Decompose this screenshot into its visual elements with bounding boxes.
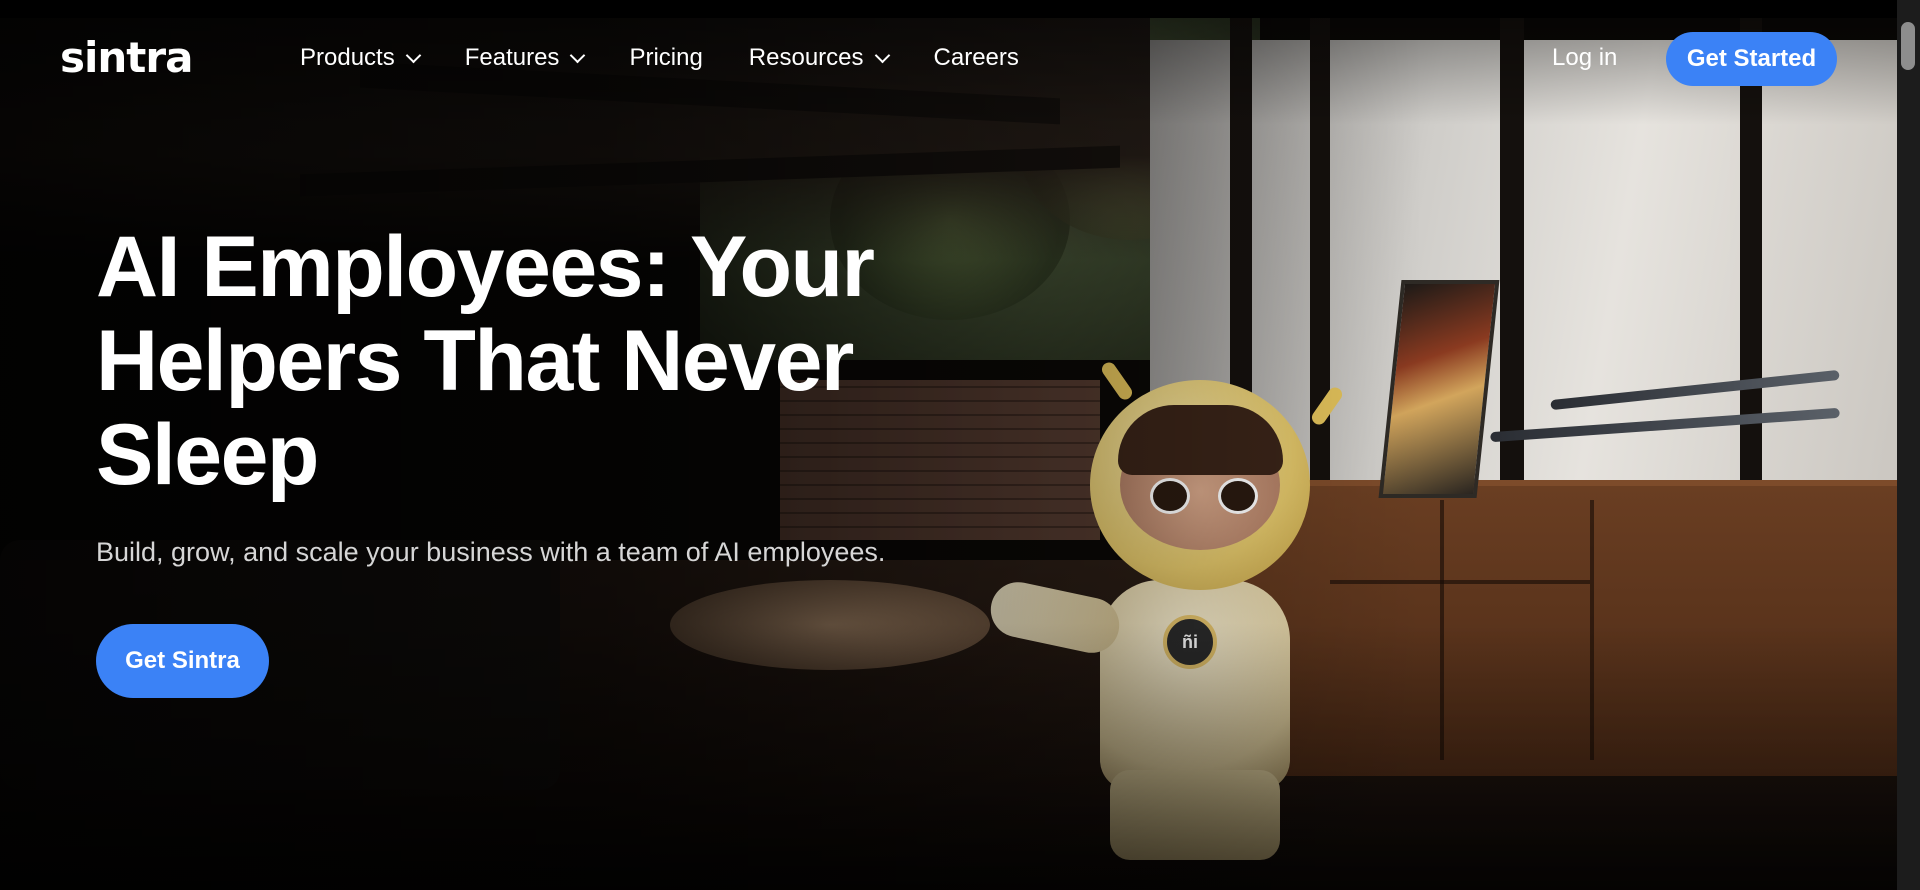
nav-item-features[interactable]: Features [464,40,586,76]
nav-item-label: Features [464,44,560,71]
hero-subtitle: Build, grow, and scale your business wit… [96,537,886,567]
nav-item-label: Products [300,44,395,71]
nav-item-label: Resources [748,44,864,71]
page-scrollbar[interactable] [1897,0,1920,890]
hero-title: AI Employees: Your Helpers That Never Sl… [96,219,875,503]
chevron-down-icon [570,47,586,63]
nav-item-products[interactable]: Products [300,40,421,76]
get-sintra-button[interactable]: Get Sintra [96,624,269,698]
site-header: sintra Products Features Pricing Resourc… [0,0,1897,118]
login-link[interactable]: Log in [1552,40,1617,76]
nav-item-careers[interactable]: Careers [934,40,1019,76]
nav-item-resources[interactable]: Resources [748,40,890,76]
chevron-down-icon [405,47,421,63]
nav-item-label: Pricing [629,44,703,71]
page-viewport: ñi sintra Products Features Pricing Reso… [0,0,1897,890]
get-started-button[interactable]: Get Started [1666,32,1837,86]
scrollbar-thumb[interactable] [1901,22,1915,70]
nav-item-pricing[interactable]: Pricing [629,40,702,76]
main-nav: Products Features Pricing Resources Care… [300,40,1065,76]
chevron-down-icon [874,47,890,63]
nav-item-label: Careers [933,44,1019,71]
sintra-logo[interactable]: sintra [60,34,193,82]
